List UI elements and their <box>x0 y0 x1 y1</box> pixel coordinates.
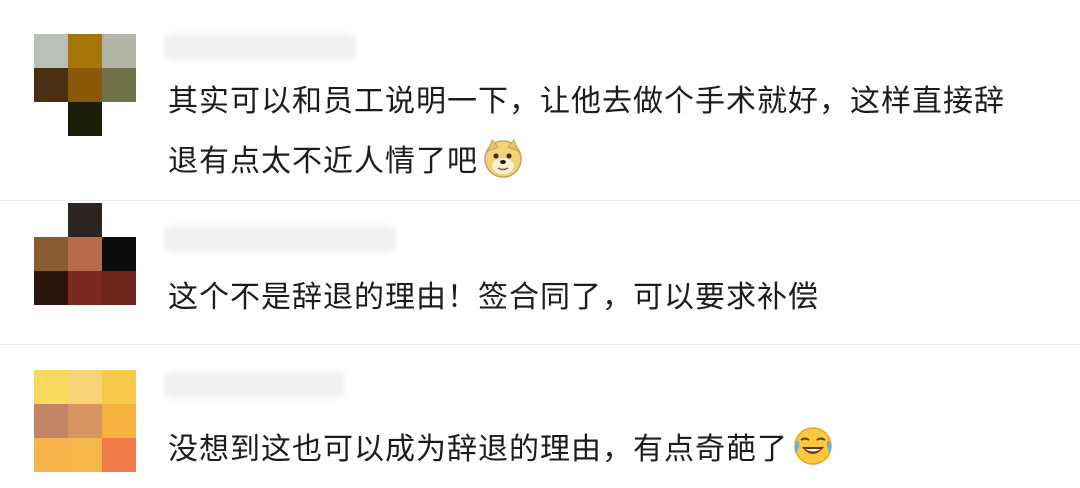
avatar-pixel <box>68 203 102 237</box>
avatar-pixel <box>68 34 102 68</box>
avatar-pixel <box>68 404 102 438</box>
avatar-pixel <box>68 438 102 472</box>
avatar-pixel <box>68 237 102 271</box>
avatar-pixel <box>34 102 68 136</box>
avatar-pixel <box>102 370 136 404</box>
avatar-pixel <box>34 34 68 68</box>
avatar-pixel <box>34 404 68 438</box>
blurred-username[interactable] <box>165 34 355 60</box>
comment-text-content: 这个不是辞退的理由！签合同了，可以要求补偿 <box>168 280 819 315</box>
doge-emoji-icon <box>482 137 524 179</box>
avatar-pixel <box>68 102 102 136</box>
avatar-pixel <box>102 68 136 102</box>
avatar-pixel <box>34 68 68 102</box>
comment-text: 其实可以和员工说明一下，让他去做个手术就好，这样直接辞退有点太不近人情了吧 <box>168 72 1020 192</box>
avatar-pixel <box>34 370 68 404</box>
avatar-pixel <box>68 370 102 404</box>
comment-text-content: 没想到这也可以成为辞退的理由，有点奇葩了 <box>168 432 788 467</box>
avatar-pixel <box>34 237 68 271</box>
avatar-pixel <box>102 102 136 136</box>
blurred-username[interactable] <box>165 372 345 398</box>
avatar-pixel <box>34 438 68 472</box>
comment-item: 没想到这也可以成为辞退的理由，有点奇葩了 <box>0 344 1080 486</box>
avatar-pixel <box>102 203 136 237</box>
avatar[interactable] <box>34 370 136 472</box>
avatar-pixel <box>34 271 68 305</box>
avatar-pixel <box>102 404 136 438</box>
avatar[interactable] <box>34 203 136 305</box>
laugh-cry-emoji-icon <box>792 425 834 467</box>
comment-text: 没想到这也可以成为辞退的理由，有点奇葩了 <box>168 420 1020 480</box>
avatar-pixel <box>102 34 136 68</box>
comment-text: 这个不是辞退的理由！签合同了，可以要求补偿 <box>168 268 1020 328</box>
avatar-pixel <box>102 271 136 305</box>
comment-text-content: 其实可以和员工说明一下，让他去做个手术就好，这样直接辞退有点太不近人情了吧 <box>168 84 1005 179</box>
avatar-pixel <box>68 271 102 305</box>
avatar-pixel <box>102 237 136 271</box>
avatar-pixel <box>102 438 136 472</box>
comment-item: 其实可以和员工说明一下，让他去做个手术就好，这样直接辞退有点太不近人情了吧 <box>0 0 1080 200</box>
avatar[interactable] <box>34 34 136 136</box>
avatar-pixel <box>34 203 68 237</box>
blurred-username[interactable] <box>165 226 395 252</box>
comment-item: 这个不是辞退的理由！签合同了，可以要求补偿 <box>0 200 1080 344</box>
avatar-pixel <box>68 68 102 102</box>
